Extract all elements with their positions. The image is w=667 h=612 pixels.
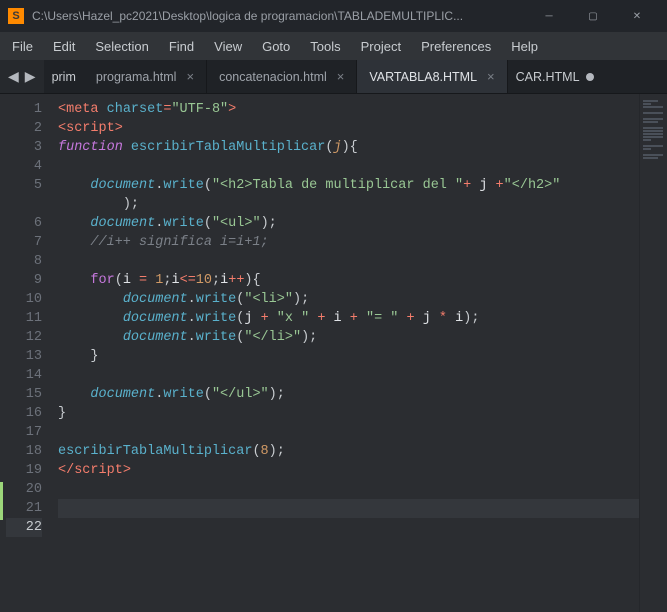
tab-close-icon[interactable]: × [337,69,345,84]
tab-next-icon[interactable]: ▶ [25,68,36,85]
tab-concatenacion-html[interactable]: concatenacion.html × [207,60,357,93]
minimize-button[interactable]: ─ [527,0,571,32]
line-number[interactable]: 21 [6,499,42,518]
minimap-line [643,139,651,141]
menu-file[interactable]: File [4,35,41,58]
tab-programa-html[interactable]: programa.html × [84,60,207,93]
line-number[interactable]: 1 [6,100,42,119]
menu-goto[interactable]: Goto [254,35,298,58]
tab-nav[interactable]: ◀ ▶ [0,60,44,93]
line-number[interactable]: 16 [6,404,42,423]
line-number[interactable]: 19 [6,461,42,480]
code-line[interactable] [58,423,639,442]
line-number[interactable]: 3 [6,138,42,157]
code-line[interactable]: document.write("</li>"); [58,328,639,347]
tab-close-icon[interactable]: × [186,69,194,84]
tab-label: VARTABLA8.HTML [369,70,477,84]
code-line[interactable]: } [58,404,639,423]
maximize-button[interactable]: ▢ [571,0,615,32]
tab-vartabla8-html[interactable]: VARTABLA8.HTML × [357,60,507,93]
line-number[interactable]: 12 [6,328,42,347]
menu-edit[interactable]: Edit [45,35,83,58]
code-line[interactable]: document.write("<li>"); [58,290,639,309]
tab-overflow-left[interactable]: prim [44,60,84,93]
code-line[interactable] [58,252,639,271]
code-line[interactable] [58,499,639,518]
minimap-line [643,148,651,150]
dirty-indicator-icon [586,73,594,81]
line-number[interactable]: 5 [6,176,42,195]
line-number[interactable]: 9 [6,271,42,290]
menu-tools[interactable]: Tools [302,35,348,58]
window-controls: ─ ▢ ✕ [527,0,659,32]
tab-label: concatenacion.html [219,70,327,84]
line-number[interactable]: 7 [6,233,42,252]
menu-project[interactable]: Project [353,35,409,58]
code-line[interactable]: } [58,347,639,366]
line-number[interactable]: 6 [6,214,42,233]
line-number[interactable]: 18 [6,442,42,461]
line-number[interactable]: 4 [6,157,42,176]
code-line[interactable]: function escribirTablaMultiplicar(j){ [58,138,639,157]
line-number[interactable]: 10 [6,290,42,309]
app-icon: S [8,8,24,24]
line-number[interactable]: 14 [6,366,42,385]
code-line[interactable]: document.write("</ul>"); [58,385,639,404]
menu-selection[interactable]: Selection [87,35,156,58]
tab-overflow-right-label: CAR.HTML [516,70,580,84]
tabbar: ◀ ▶ prim programa.html×concatenacion.htm… [0,60,667,94]
code-line[interactable] [58,480,639,499]
code-line[interactable]: document.write("<h2>Tabla de multiplicar… [58,176,639,195]
window-title: C:\Users\Hazel_pc2021\Desktop\logica de … [32,9,527,23]
modified-marker [0,482,3,520]
menubar: FileEditSelectionFindViewGotoToolsProjec… [0,32,667,60]
code-line[interactable] [58,157,639,176]
menu-help[interactable]: Help [503,35,546,58]
code-line[interactable]: </script> [58,461,639,480]
tab-overflow-right[interactable]: CAR.HTML [508,60,602,93]
minimap-line [643,103,651,105]
code-line[interactable]: <script> [58,119,639,138]
line-number[interactable]: 11 [6,309,42,328]
gutter: 12345678910111213141516171819202122 [0,94,52,612]
code-line[interactable] [58,366,639,385]
line-number[interactable]: 17 [6,423,42,442]
vertical-scrollbar[interactable] [653,0,667,612]
line-number[interactable]: 2 [6,119,42,138]
line-number[interactable]: 15 [6,385,42,404]
tab-close-icon[interactable]: × [487,69,495,84]
code-area[interactable]: <meta charset="UTF-8"><script>function e… [52,94,639,612]
code-line[interactable]: escribirTablaMultiplicar(8); [58,442,639,461]
menu-preferences[interactable]: Preferences [413,35,499,58]
code-line[interactable]: <meta charset="UTF-8"> [58,100,639,119]
code-line[interactable]: //i++ significa i=i+1; [58,233,639,252]
line-number[interactable]: 13 [6,347,42,366]
menu-find[interactable]: Find [161,35,202,58]
tab-label: programa.html [96,70,177,84]
titlebar: S C:\Users\Hazel_pc2021\Desktop\logica d… [0,0,667,32]
tab-prev-icon[interactable]: ◀ [8,68,19,85]
line-number[interactable]: 8 [6,252,42,271]
line-number[interactable]: 20 [6,480,42,499]
editor: 12345678910111213141516171819202122 <met… [0,94,667,612]
menu-view[interactable]: View [206,35,250,58]
line-number[interactable]: 22 [6,518,42,537]
code-line[interactable]: document.write(j + "x " + i + "= " + j *… [58,309,639,328]
code-line[interactable]: document.write("<ul>"); [58,214,639,233]
code-line[interactable] [58,195,639,214]
code-line[interactable]: for(i = 1;i<=10;i++){ [58,271,639,290]
